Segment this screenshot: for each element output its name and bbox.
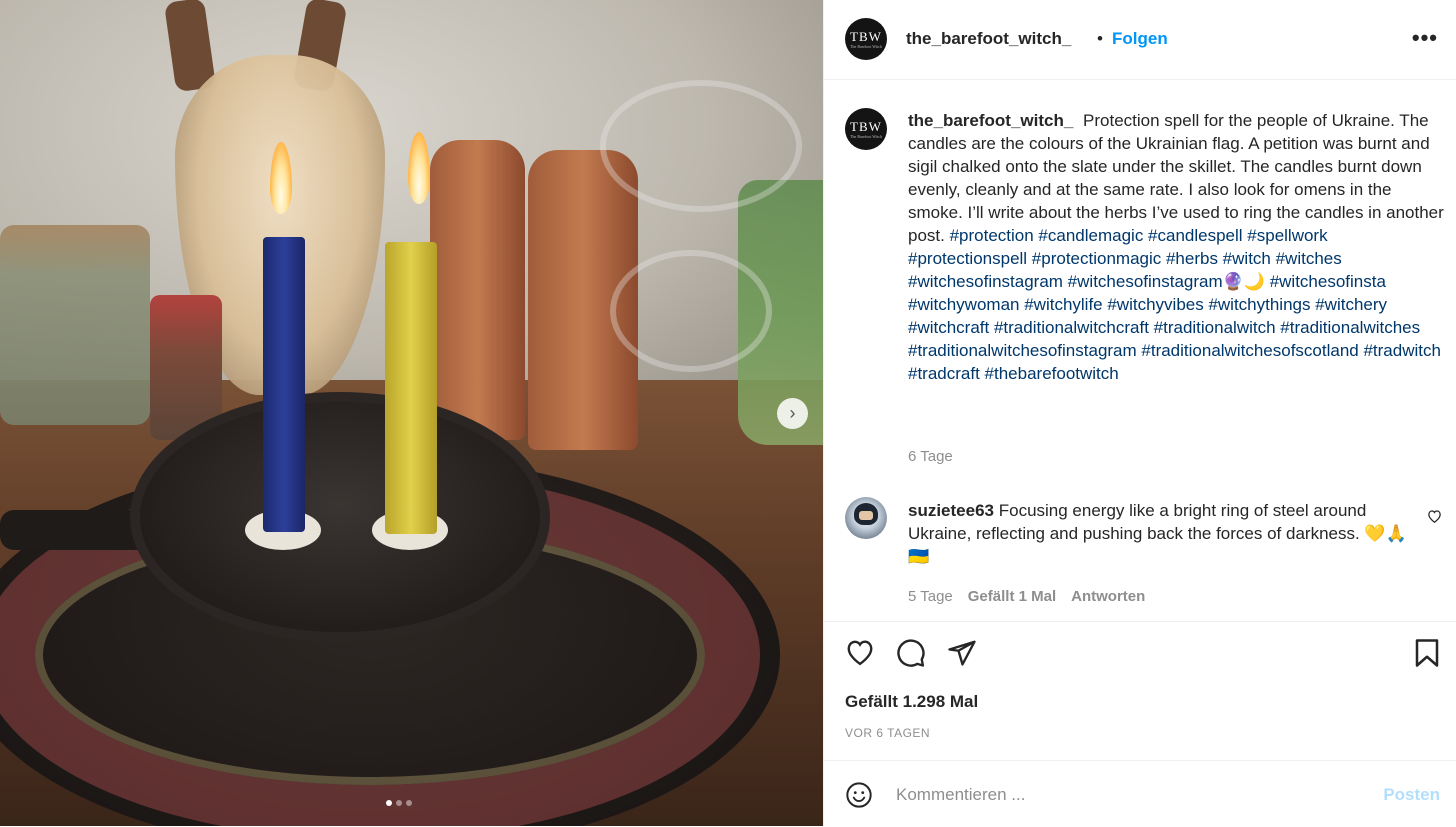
post-side-panel: TBW The Barefoot Witch the_barefoot_witc… <box>823 0 1456 826</box>
avatar-logo-subtext: The Barefoot Witch <box>850 133 882 139</box>
carousel-indicator <box>386 800 412 806</box>
post-actions <box>824 621 1456 692</box>
post-photo: › <box>0 0 823 826</box>
bookmark-icon[interactable] <box>1414 638 1440 673</box>
carousel-next-button[interactable]: › <box>777 398 808 429</box>
caption-hashtags[interactable]: #protection #candlemagic #candlespell #s… <box>908 226 1441 383</box>
comment-username[interactable]: suzietee63 <box>908 501 994 520</box>
photo-yellow-candle <box>385 242 437 534</box>
heart-icon[interactable] <box>845 638 875 671</box>
avatar-logo-text: TBW <box>850 28 882 44</box>
likes-count[interactable]: Gefällt 1.298 Mal <box>845 692 978 712</box>
caption-username[interactable]: the_barefoot_witch_ <box>908 111 1073 130</box>
follow-button[interactable]: Folgen <box>1112 29 1168 49</box>
photo-skillet <box>130 392 550 642</box>
more-options-icon[interactable]: ••• <box>1412 25 1438 51</box>
carousel-dot <box>386 800 392 806</box>
avatar-logo-text: TBW <box>850 118 882 134</box>
carousel-dot <box>406 800 412 806</box>
comment-icon[interactable] <box>896 638 926 673</box>
avatar-face <box>859 511 873 520</box>
caption-text: Protection spell for the people of Ukrai… <box>908 111 1444 245</box>
photo-wooden-figure-left <box>430 140 525 440</box>
caption-timestamp[interactable]: 6 Tage <box>908 448 953 465</box>
comment-like-icon[interactable] <box>1427 509 1442 527</box>
header-separator: • <box>1097 29 1103 48</box>
carousel-dot <box>396 800 402 806</box>
comment-likes[interactable]: Gefällt 1 Mal <box>968 588 1056 605</box>
comment: suzietee63 Focusing energy like a bright… <box>908 499 1408 568</box>
comments-section: TBW The Barefoot Witch the_barefoot_witc… <box>824 80 1456 620</box>
caption: the_barefoot_witch_ Protection spell for… <box>908 109 1444 385</box>
comment-reply-button[interactable]: Antworten <box>1071 588 1145 605</box>
comment-timestamp[interactable]: 5 Tage <box>908 588 953 605</box>
author-avatar[interactable]: TBW The Barefoot Witch <box>845 18 887 60</box>
paper-plane-icon[interactable] <box>947 638 977 673</box>
post-age: VOR 6 TAGEN <box>845 726 931 740</box>
photo-herb-jar <box>0 225 150 425</box>
comment-input[interactable] <box>894 779 1338 811</box>
chevron-right-icon: › <box>789 403 796 423</box>
comment-meta: 5 Tage Gefällt 1 Mal Antworten <box>908 588 1145 605</box>
photo-smoke-upper <box>600 80 802 212</box>
photo-skillet-handle <box>0 510 150 550</box>
photo-blue-candle <box>263 237 305 532</box>
avatar-logo-subtext: The Barefoot Witch <box>850 43 882 49</box>
instagram-post-view: › TBW The Barefoot Witch the_barefoot_wi… <box>0 0 1456 826</box>
commenter-avatar[interactable] <box>845 497 887 539</box>
post-header: TBW The Barefoot Witch the_barefoot_witc… <box>824 0 1456 80</box>
comment-composer: Posten <box>824 760 1456 827</box>
header-username[interactable]: the_barefoot_witch_ <box>906 29 1071 49</box>
photo-smoke-lower <box>610 250 772 372</box>
caption-avatar[interactable]: TBW The Barefoot Witch <box>845 108 887 150</box>
post-comment-button[interactable]: Posten <box>1383 785 1440 805</box>
emoji-icon[interactable] <box>845 781 873 814</box>
